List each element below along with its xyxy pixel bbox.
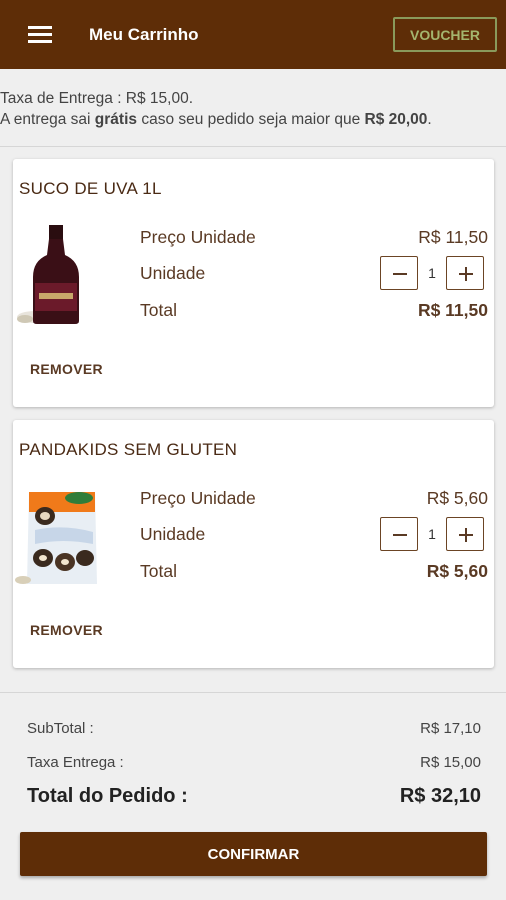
unit-price-value: R$ 5,60 [426, 488, 488, 508]
total-value: R$ 5,60 [426, 561, 488, 581]
page-title: Meu Carrinho [89, 25, 199, 44]
decrease-quantity-button[interactable] [380, 517, 418, 551]
delivery-fee-label: Taxa Entrega : [27, 754, 124, 771]
free-delivery-middle: caso seu pedido seja maior que [137, 111, 365, 128]
delivery-info: Taxa de Entrega : R$ 15,00. A entrega sa… [0, 88, 506, 130]
menu-icon[interactable] [28, 25, 52, 45]
remove-button[interactable]: REMOVER [30, 622, 103, 638]
free-delivery-prefix: A entrega sai [0, 111, 95, 128]
subtotal-label: SubTotal : [27, 720, 94, 737]
unit-price-value: R$ 11,50 [418, 227, 488, 247]
product-name: SUCO DE UVA 1L [19, 179, 162, 198]
quantity-label: Unidade [140, 263, 206, 283]
divider [0, 146, 506, 147]
confirm-button[interactable]: CONFIRMAR [20, 832, 487, 876]
order-total-value: R$ 32,10 [399, 785, 481, 807]
quantity-label: Unidade [140, 524, 206, 544]
unit-price-label: Preço Unidade [140, 227, 256, 247]
total-label: Total [140, 561, 177, 581]
subtotal-value: R$ 17,10 [420, 720, 481, 737]
cart-item-card: PANDAKIDS SEM GLUTEN Preço Unidade R$ 5,… [13, 420, 494, 668]
remove-button[interactable]: REMOVER [30, 361, 103, 377]
grape-juice-bottle-image [15, 225, 111, 325]
free-threshold: R$ 20,00 [364, 111, 428, 128]
pandakids-cookies-package-image [15, 486, 111, 586]
delivery-fee-value: R$ 15,00 [420, 754, 481, 771]
free-word: grátis [94, 111, 138, 128]
quantity-value: 1 [428, 526, 436, 542]
free-delivery-suffix: . [427, 111, 432, 128]
total-value: R$ 11,50 [417, 300, 488, 320]
cart-item-card: SUCO DE UVA 1L Preço Unidade R$ 11,50 Un… [13, 159, 494, 407]
divider [0, 692, 506, 693]
free-delivery-text: A entrega sai grátis caso seu pedido sej… [0, 109, 506, 130]
order-total-label: Total do Pedido : [27, 785, 188, 807]
voucher-button[interactable]: VOUCHER [393, 17, 497, 52]
increase-quantity-button[interactable] [446, 517, 484, 551]
increase-quantity-button[interactable] [446, 256, 484, 290]
app-bar: Meu Carrinho VOUCHER [0, 0, 506, 69]
unit-price-label: Preço Unidade [140, 488, 256, 508]
delivery-fee-text: Taxa de Entrega : R$ 15,00. [0, 90, 194, 107]
decrease-quantity-button[interactable] [380, 256, 418, 290]
quantity-value: 1 [428, 265, 436, 281]
total-label: Total [140, 300, 177, 320]
product-name: PANDAKIDS SEM GLUTEN [19, 440, 238, 459]
